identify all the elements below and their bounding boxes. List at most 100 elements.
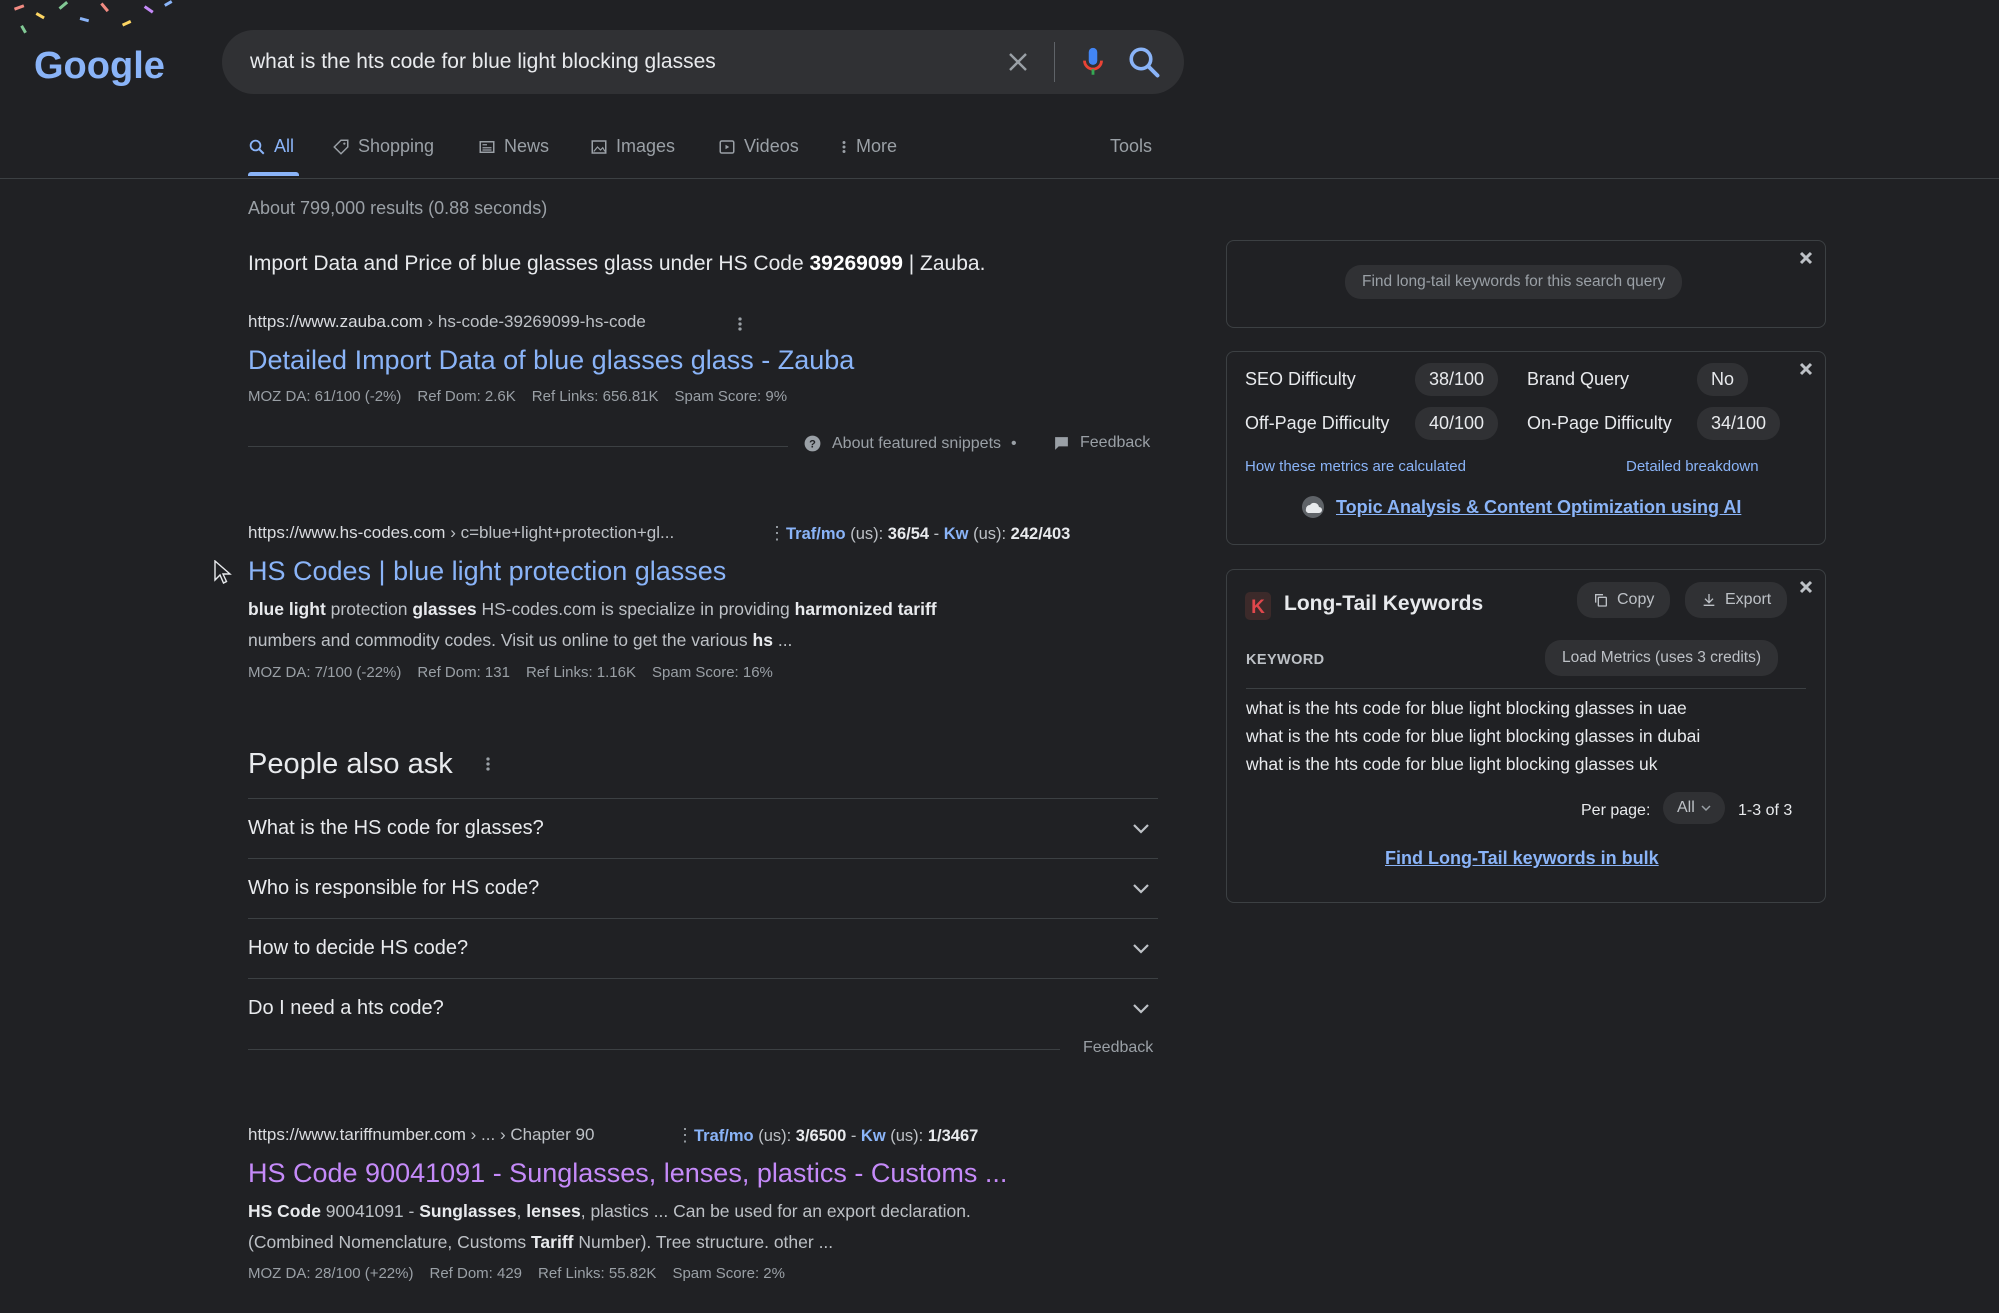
chevron-down-icon [1133,824,1149,834]
keyword-item[interactable]: what is the hts code for blue light bloc… [1246,726,1700,747]
longtail-keywords-card: K Long-Tail Keywords Copy Export KEYWORD… [1226,569,1826,903]
traf-value: 36/54 [887,525,930,543]
paa-heading: People also ask [248,748,453,780]
result-title-link[interactable]: HS Code 90041091 - Sunglasses, lenses, p… [248,1158,1007,1189]
snippet-text: , plastics ... Can be used for an export… [580,1201,971,1221]
logo-text: Google [34,45,164,87]
microphone-icon[interactable] [1076,44,1110,80]
paa-question[interactable]: Who is responsible for HS code? [248,858,1158,917]
paa-question[interactable]: How to decide HS code? [248,918,1158,977]
detailed-breakdown-link[interactable]: Detailed breakdown [1626,458,1759,475]
more-vert-icon[interactable] [484,754,492,774]
search-input[interactable]: what is the hts code for blue light bloc… [250,50,716,74]
image-icon [591,139,607,154]
ref-dom: Ref Dom: 131 [417,664,510,681]
logo-letter: K [1251,597,1265,618]
result-url[interactable]: https://www.zauba.com › hs-code-39269099… [248,312,646,332]
google-doodle-logo[interactable]: Google [34,40,164,90]
copy-button[interactable]: Copy [1577,582,1671,618]
onpage-difficulty-value: 34/100 [1697,407,1781,440]
paa-question-text: What is the HS code for glasses? [248,817,544,839]
snippet-text-suffix: | Zauba. [902,252,986,275]
url-path: › c=blue+light+protection+gl... [445,523,675,542]
snippet-bold: HS Code [248,1201,321,1221]
tab-all[interactable]: All [248,136,294,157]
export-label: Export [1725,591,1772,608]
tab-label: Shopping [358,136,435,156]
tab-news[interactable]: News [478,136,549,157]
result-metrics: MOZ DA: 7/100 (-22%) Ref Dom: 131 Ref Link… [248,664,789,681]
moz-da: MOZ DA: 61/100 (-2%) [248,388,402,405]
snippet-text: ... [772,630,793,650]
search-icon[interactable] [1126,44,1162,80]
traf-sep: - [846,1127,861,1145]
search-box[interactable]: what is the hts code for blue light bloc… [222,30,1184,94]
close-icon[interactable] [1799,251,1813,265]
more-vert-icon[interactable]: ⋮ [768,523,786,543]
find-longtail-button[interactable]: Find long-tail keywords for this search … [1345,265,1683,299]
seo-metrics-card: SEO Difficulty 38/100 Brand Query No Off… [1226,351,1826,545]
pagination-range: 1-3 of 3 [1738,802,1793,819]
snippet-line: numbers and commodity codes. Visit us on… [248,625,937,656]
paa-feedback-button[interactable]: Feedback [1083,1039,1153,1057]
result-metrics: MOZ DA: 61/100 (-2%) Ref Dom: 2.6K Ref Lin… [248,388,803,405]
export-button[interactable]: Export [1685,582,1788,618]
per-page-select[interactable]: All [1663,792,1725,824]
topic-analysis-link[interactable]: Topic Analysis & Content Optimization us… [1300,495,1741,519]
tab-videos[interactable]: Videos [718,136,799,157]
snippet-bold: hs [752,630,773,650]
snippet-text: , [516,1201,527,1221]
search-divider [1054,42,1055,82]
snippet-feedback-button[interactable]: Feedback [1053,434,1150,452]
result-url[interactable]: https://www.hs-codes.com › c=blue+light+… [248,523,674,543]
paa-question[interactable]: Do I need a hts code? [248,978,1158,1037]
ref-dom: Ref Dom: 2.6K [417,388,516,405]
tab-label: All [274,136,295,156]
close-icon[interactable] [1799,580,1813,594]
keyword-item[interactable]: what is the hts code for blue light bloc… [1246,698,1687,719]
chevron-down-icon [1133,944,1149,954]
close-icon[interactable] [1799,362,1813,376]
result-title-link[interactable]: Detailed Import Data of blue glasses gla… [248,345,854,376]
tab-label: Images [616,136,676,156]
snippet-bold: lenses [526,1201,581,1221]
traffic-stats: ⋮Traf/mo (us): 36/54 - Kw (us): 242/403 [768,523,1070,544]
result-snippet: HS Code 90041091 - Sunglasses, lenses, p… [248,1196,971,1258]
load-metrics-button[interactable]: Load Metrics (uses 3 credits) [1545,640,1778,676]
result-title-link[interactable]: HS Codes | blue light protection glasses [248,556,726,587]
traf-us: (us): [753,1127,796,1145]
snippet-text: 90041091 - [320,1201,420,1221]
traf-sep: - [929,525,944,543]
more-vert-icon[interactable] [736,314,744,334]
active-tab-indicator [248,172,299,176]
search-icon [249,139,265,154]
moz-da: MOZ DA: 7/100 (-22%) [248,664,402,681]
clear-icon[interactable] [1002,46,1034,78]
spam-score: Spam Score: 2% [672,1265,785,1282]
result-url[interactable]: https://www.tariffnumber.com › ... › Cha… [248,1125,594,1145]
tab-label: More [856,136,898,156]
about-featured-snippets[interactable]: ? About featured snippets • [803,434,1017,453]
offpage-difficulty-label: Off-Page Difficulty [1245,413,1390,433]
ref-links: Ref Links: 55.82K [538,1265,657,1282]
tab-shopping[interactable]: Shopping [332,136,434,157]
traffic-stats: ⋮Traf/mo (us): 3/6500 - Kw (us): 1/3467 [676,1125,978,1146]
traf-value: 3/6500 [795,1127,847,1145]
kw-label: Kw [860,1127,886,1145]
tools-button[interactable]: Tools [1110,136,1152,157]
tab-more[interactable]: More [840,136,897,157]
how-calculated-link[interactable]: How these metrics are calculated [1245,458,1466,475]
more-vert-icon[interactable]: ⋮ [676,1125,694,1145]
snippet-bold: Sunglasses [419,1201,517,1221]
find-longtail-bulk-link[interactable]: Find Long-Tail keywords in bulk [1385,848,1659,869]
chevron-down-icon [1133,884,1149,894]
header-divider [0,178,1999,179]
snippet-bold: harmonized tariff [794,599,937,619]
moz-da: MOZ DA: 28/100 (+22%) [248,1265,414,1282]
paa-question[interactable]: What is the HS code for glasses? [248,798,1158,857]
tab-images[interactable]: Images [590,136,675,157]
keyword-item[interactable]: what is the hts code for blue light bloc… [1246,754,1657,775]
copy-label: Copy [1617,591,1655,608]
about-snippets-label: About featured snippets [832,434,1002,452]
copy-icon [1595,594,1607,607]
